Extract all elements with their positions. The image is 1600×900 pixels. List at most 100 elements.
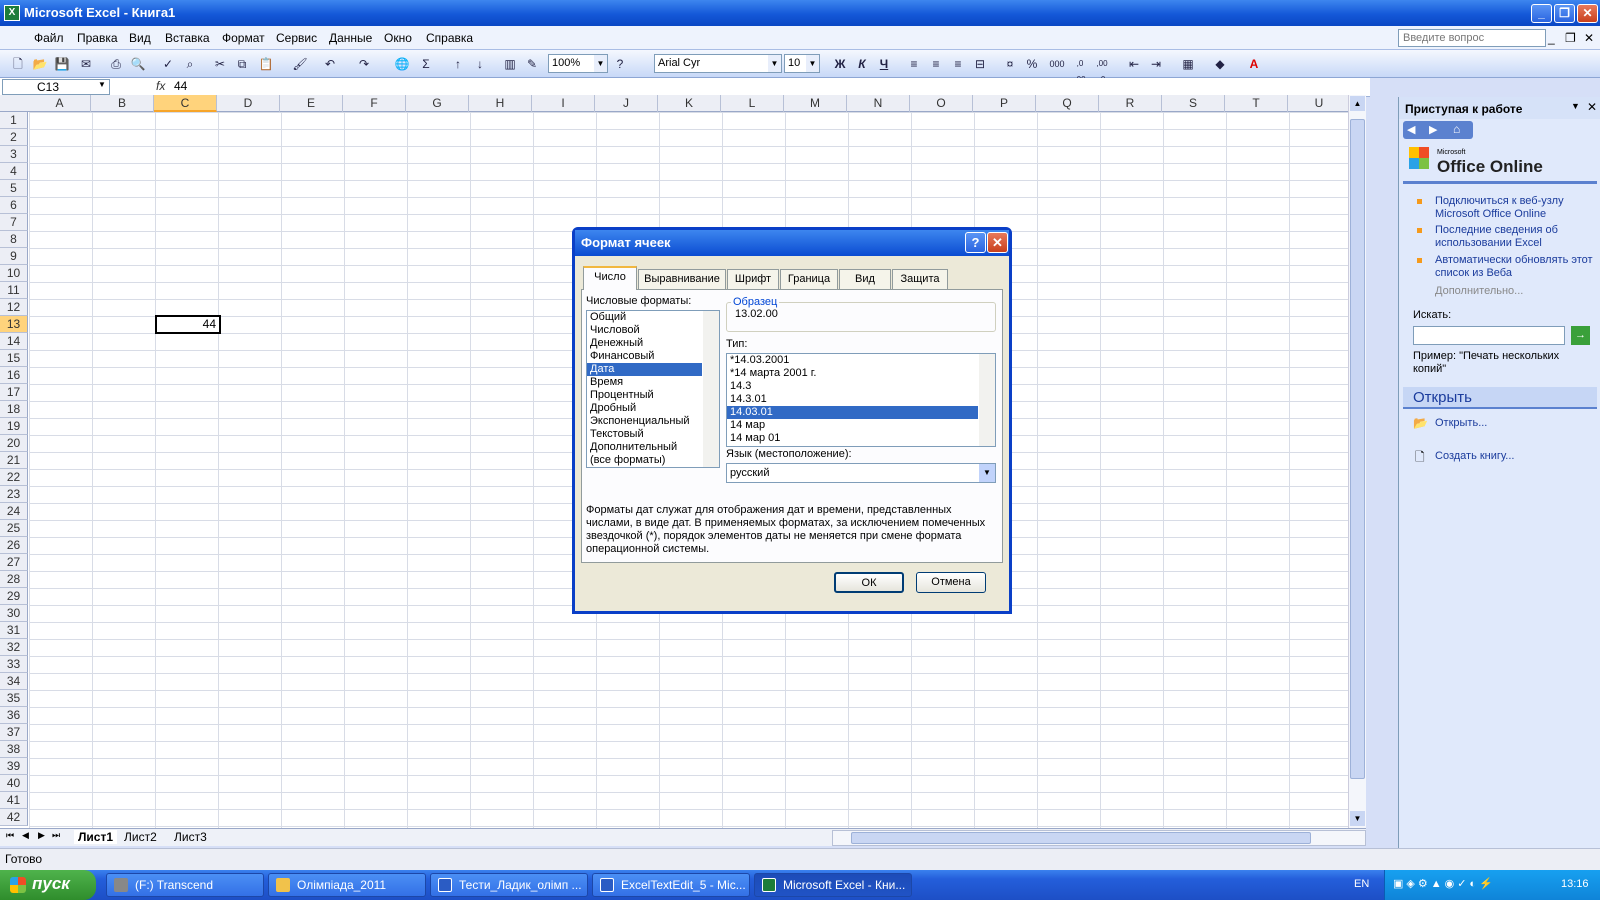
column-header[interactable]: A	[29, 95, 91, 112]
row-header[interactable]: 12	[0, 299, 28, 316]
bold-icon[interactable]: Ж	[832, 56, 848, 72]
row-header[interactable]: 20	[0, 435, 28, 452]
menu-view[interactable]: Вид	[129, 31, 151, 45]
tab-border[interactable]: Граница	[780, 269, 838, 289]
link-more[interactable]: Дополнительно...	[1435, 285, 1595, 298]
row-header[interactable]: 41	[0, 792, 28, 809]
print-icon[interactable]: ⎙	[108, 56, 124, 72]
home-icon[interactable]: ⌂	[1453, 122, 1460, 136]
column-header[interactable]: K	[658, 95, 721, 112]
chart-wizard-icon[interactable]: ▥	[502, 56, 518, 72]
redo-icon[interactable]: ↷	[356, 56, 372, 72]
column-header[interactable]: B	[91, 95, 154, 112]
type-scrollbar[interactable]	[979, 354, 995, 446]
row-header[interactable]: 17	[0, 384, 28, 401]
row-header[interactable]: 39	[0, 758, 28, 775]
link-latest-news[interactable]: Последние сведения об использовании Exce…	[1435, 224, 1595, 250]
open-icon[interactable]: 📂	[32, 56, 48, 72]
link-office-online[interactable]: Подключиться к веб-узлу Microsoft Office…	[1435, 195, 1595, 221]
row-header[interactable]: 7	[0, 214, 28, 231]
row-header[interactable]: 27	[0, 554, 28, 571]
restore-button[interactable]: ❐	[1554, 4, 1575, 23]
chevron-down-icon[interactable]: ▼	[98, 80, 106, 89]
row-header[interactable]: 23	[0, 486, 28, 503]
prev-sheet-icon[interactable]: ◀	[22, 830, 29, 841]
column-header[interactable]: I	[532, 95, 595, 112]
column-header[interactable]: P	[973, 95, 1036, 112]
row-header[interactable]: 11	[0, 282, 28, 299]
menu-tools[interactable]: Сервис	[276, 31, 317, 45]
sheet-tab-1[interactable]: Лист1	[74, 830, 118, 844]
tab-number[interactable]: Число	[583, 266, 637, 290]
thousands-icon[interactable]: 000	[1046, 56, 1068, 72]
dialog-close-button[interactable]: ✕	[987, 232, 1008, 253]
row-header[interactable]: 14	[0, 333, 28, 350]
format-item[interactable]: Дополнительный	[587, 441, 702, 454]
font-color-icon[interactable]: A	[1246, 56, 1262, 72]
next-sheet-icon[interactable]: ▶	[38, 830, 45, 841]
zoom-combo[interactable]: 100% ▼	[548, 54, 608, 73]
help-icon[interactable]: ?	[612, 56, 628, 72]
column-header[interactable]: U	[1288, 95, 1351, 112]
cut-icon[interactable]: ✂	[212, 56, 228, 72]
horizontal-scrollbar[interactable]	[832, 830, 1366, 846]
menu-window[interactable]: Окно	[384, 31, 412, 45]
autosum-icon[interactable]: Σ	[418, 56, 434, 72]
taskbar-item-folder[interactable]: Олімпіада_2011	[268, 873, 426, 897]
row-header[interactable]: 25	[0, 520, 28, 537]
save-icon[interactable]: 💾	[54, 56, 70, 72]
row-header[interactable]: 31	[0, 622, 28, 639]
format-item[interactable]: Финансовый	[587, 350, 702, 363]
search-go-icon[interactable]: →	[1571, 326, 1590, 345]
taskbar-item-word-1[interactable]: Тести_Ладик_олімп ...	[430, 873, 588, 897]
first-sheet-icon[interactable]: ⏮	[6, 830, 14, 841]
row-header[interactable]: 30	[0, 605, 28, 622]
sheet-tab-2[interactable]: Лист2	[124, 830, 157, 844]
row-header[interactable]: 26	[0, 537, 28, 554]
sort-desc-icon[interactable]: ↓	[472, 56, 488, 72]
new-icon[interactable]: 🗋	[10, 56, 26, 72]
row-header[interactable]: 10	[0, 265, 28, 282]
font-name-combo[interactable]: Arial Cyr ▼	[654, 54, 782, 73]
start-button[interactable]: пуск	[0, 870, 96, 900]
scroll-thumb[interactable]	[1350, 119, 1365, 779]
row-header[interactable]: 3	[0, 146, 28, 163]
row-header[interactable]: 2	[0, 129, 28, 146]
font-size-combo[interactable]: 10 ▼	[784, 54, 820, 73]
increase-decimal-icon[interactable]: ,0 ,00	[1072, 56, 1088, 84]
type-item[interactable]: 14 мар	[727, 419, 978, 432]
row-header[interactable]: 34	[0, 673, 28, 690]
type-item[interactable]: 14.3	[727, 380, 978, 393]
column-header[interactable]: L	[721, 95, 784, 112]
row-header[interactable]: 42	[0, 809, 28, 826]
minimize-button[interactable]: _	[1531, 4, 1552, 23]
name-box[interactable]: C13	[2, 79, 110, 95]
research-icon[interactable]: ⌕	[182, 56, 198, 72]
copy-icon[interactable]: ⧉	[234, 56, 250, 72]
active-cell[interactable]: 44	[155, 315, 221, 334]
row-header[interactable]: 5	[0, 180, 28, 197]
column-header[interactable]: N	[847, 95, 910, 112]
tab-protection[interactable]: Защита	[892, 269, 948, 289]
currency-icon[interactable]: ¤	[1002, 56, 1018, 72]
menu-data[interactable]: Данные	[329, 31, 372, 45]
taskbar-item-word-2[interactable]: ExcelTextEdit_5 - Mic...	[592, 873, 750, 897]
tray-icons[interactable]: ▣◈⚙▲◉✓◐⚡	[1393, 877, 1496, 890]
row-header[interactable]: 28	[0, 571, 28, 588]
row-header[interactable]: 15	[0, 350, 28, 367]
decrease-indent-icon[interactable]: ⇤	[1126, 56, 1142, 72]
borders-icon[interactable]: ▦	[1180, 56, 1196, 72]
undo-icon[interactable]: ↶	[322, 56, 338, 72]
clock[interactable]: 13:16	[1561, 878, 1589, 890]
sheet-tab-3[interactable]: Лист3	[174, 830, 207, 844]
close-button[interactable]: ✕	[1577, 4, 1598, 23]
align-left-icon[interactable]: ≡	[906, 56, 922, 72]
column-header[interactable]: S	[1162, 95, 1225, 112]
tab-alignment[interactable]: Выравнивание	[638, 269, 726, 289]
format-item[interactable]: Время	[587, 376, 702, 389]
menu-format[interactable]: Формат	[222, 31, 265, 45]
locale-select[interactable]: русский ▼	[726, 463, 996, 483]
hyperlink-icon[interactable]: 🌐	[394, 56, 410, 72]
excel-app-icon[interactable]: X	[4, 5, 20, 21]
column-header[interactable]: D	[217, 95, 280, 112]
